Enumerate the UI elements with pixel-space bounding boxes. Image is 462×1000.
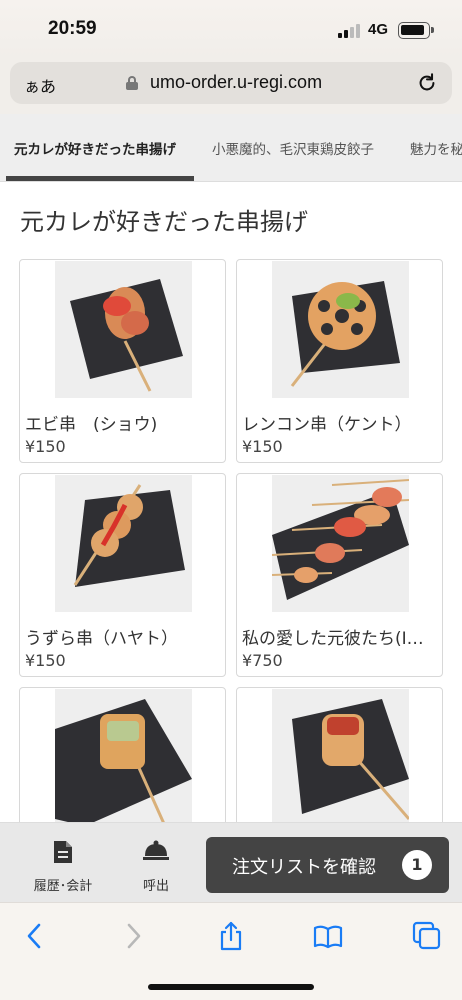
lock-icon [126,76,138,90]
product-image [55,475,192,612]
product-image [55,689,192,826]
share-icon[interactable] [216,921,246,951]
product-name: 私の愛した元彼たち(I… [242,629,424,649]
product-name: うずら串（ハヤト） [25,629,178,649]
status-time: 20:59 [48,18,97,39]
call-staff-button[interactable]: 呼出 [116,823,196,903]
status-bar: 20:59 4G [0,0,462,58]
product-image [55,261,192,398]
view-order-list-button[interactable]: 注文リストを確認 1 [206,837,449,893]
product-name: エビ串 (ショウ) [25,415,158,435]
active-tab-indicator [6,176,194,181]
product-card[interactable]: 私の愛した元彼たち(I… ¥750 [236,473,443,677]
product-card[interactable]: エビ串 (ショウ) ¥150 [19,259,226,463]
tabs-icon[interactable] [412,921,442,951]
network-label: 4G [368,21,389,38]
battery-icon [398,22,434,39]
history-payment-button[interactable]: 履歴･会計 [23,823,103,903]
section-title: 元カレが好きだった串揚げ [20,208,308,236]
signal-icon [338,24,362,38]
category-tabs: 元カレが好きだった串揚げ 小悪魔的、毛沢東鶏皮餃子 魅力を秘めた [0,114,462,182]
product-price: ¥750 [242,651,283,670]
text-size-button[interactable]: ぁあ [24,73,56,97]
home-indicator [148,984,314,990]
back-icon[interactable] [20,921,50,951]
product-image [272,261,409,398]
product-price: ¥150 [25,437,66,456]
tab-category-3[interactable]: 魅力を秘めた [410,114,462,181]
bookmarks-icon[interactable] [313,921,343,951]
product-image [272,475,409,612]
product-card[interactable]: うずら串（ハヤト） ¥150 [19,473,226,677]
browser-address-area: ぁあ umo-order.u-regi.com [0,58,462,114]
reload-icon[interactable] [416,72,438,94]
forward-icon[interactable] [118,921,148,951]
bell-icon [143,840,169,860]
tab-category-2[interactable]: 小悪魔的、毛沢東鶏皮餃子 [212,114,388,181]
product-card[interactable]: レンコン串（ケント） ¥150 [236,259,443,463]
order-count-badge: 1 [402,850,432,880]
history-payment-label: 履歴･会計 [33,879,93,894]
tab-category-1[interactable]: 元カレが好きだった串揚げ [14,114,190,181]
order-list-label: 注文リストを確認 [232,857,376,878]
url-text[interactable]: umo-order.u-regi.com [150,72,322,93]
product-price: ¥150 [242,437,283,456]
address-bar[interactable]: ぁあ umo-order.u-regi.com [10,62,452,104]
product-price: ¥150 [25,651,66,670]
app-bottom-bar: 履歴･会計 呼出 注文リストを確認 1 [0,822,462,902]
document-icon [54,841,72,863]
product-name: レンコン串（ケント） [242,415,412,435]
call-staff-label: 呼出 [142,879,169,894]
product-image [272,689,409,826]
